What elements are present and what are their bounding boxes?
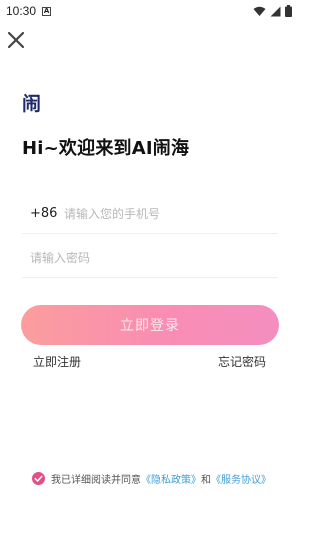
agreement-prefix: 我已详细阅读并同意	[51, 475, 141, 486]
privacy-policy-link[interactable]: 《隐私政策》	[141, 471, 201, 486]
status-icons	[253, 5, 292, 17]
status-bar: 10:30 A	[0, 0, 300, 22]
logo-text: 闹	[22, 93, 41, 114]
notification-a-icon: A	[42, 6, 52, 16]
country-code[interactable]: +86	[22, 206, 62, 221]
app-logo: 闹	[22, 92, 44, 115]
close-icon	[7, 31, 25, 49]
agreement-and: 和	[201, 475, 211, 486]
password-input[interactable]	[30, 250, 230, 265]
close-button[interactable]	[6, 30, 26, 50]
signal-icon	[270, 6, 281, 16]
service-agreement-link[interactable]: 《服务协议》	[211, 471, 271, 486]
password-field-row	[22, 238, 278, 278]
phone-field-row: +86	[22, 194, 278, 234]
agreement-check-icon[interactable]	[32, 472, 45, 485]
forgot-password-link[interactable]: 忘记密码	[218, 353, 266, 370]
battery-icon	[285, 5, 292, 17]
wifi-icon	[253, 6, 266, 16]
agreement-row: 我已详细阅读并同意 《隐私政策》 和 《服务协议》	[32, 471, 271, 486]
phone-input[interactable]	[64, 206, 264, 221]
app-logo-glyph: 闹	[22, 93, 41, 115]
status-time: 10:30	[6, 4, 37, 18]
welcome-title: Hi~欢迎来到AI闹海	[22, 138, 190, 159]
login-button[interactable]: 立即登录	[21, 305, 279, 345]
register-link[interactable]: 立即注册	[33, 353, 81, 370]
